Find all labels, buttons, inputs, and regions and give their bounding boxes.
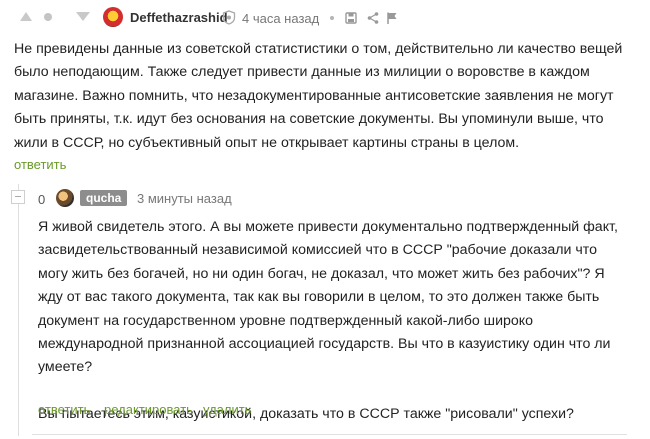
collapse-minus-icon[interactable] xyxy=(11,190,25,204)
reply-score: 0 xyxy=(38,192,46,207)
reply-body: Я живой свидетель этого. А вы можете при… xyxy=(38,216,628,426)
share-icon[interactable] xyxy=(366,11,380,25)
edit-link[interactable]: редактировать xyxy=(104,402,193,417)
shield-icon xyxy=(222,10,236,25)
save-icon[interactable] xyxy=(344,11,358,25)
reply-author[interactable]: qucha xyxy=(80,190,128,206)
reply-paragraph: Я живой свидетель этого. А вы можете при… xyxy=(38,219,618,376)
reply-time[interactable]: 3 минуты назад xyxy=(137,191,232,206)
link-icon[interactable] xyxy=(325,11,339,25)
downvote-icon[interactable] xyxy=(76,12,90,21)
comment-time[interactable]: 4 часа назад xyxy=(242,11,319,26)
comment-header: Deffethazrashid 4 часа назад xyxy=(0,0,650,36)
comment-body: Не превидены данные из советской статист… xyxy=(14,41,623,151)
thread-line[interactable] xyxy=(18,184,19,436)
comment-author[interactable]: Deffethazrashid xyxy=(130,10,228,25)
reply-link[interactable]: ответить xyxy=(14,157,66,172)
divider xyxy=(32,434,627,435)
upvote-icon[interactable] xyxy=(20,12,32,21)
avatar[interactable] xyxy=(103,7,123,27)
delete-link[interactable]: удалить xyxy=(203,402,251,417)
avatar[interactable] xyxy=(56,189,74,207)
report-flag-icon[interactable] xyxy=(385,11,399,25)
reply-link[interactable]: ответить xyxy=(38,402,90,417)
neutral-vote-icon[interactable] xyxy=(44,13,52,21)
